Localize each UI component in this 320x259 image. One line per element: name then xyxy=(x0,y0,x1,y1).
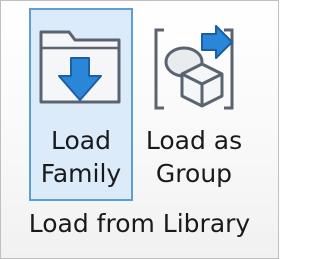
panel-title: Load from Library xyxy=(28,209,251,238)
load-as-group-button[interactable]: Load as Group xyxy=(138,8,250,201)
load-family-label: Load Family xyxy=(40,126,122,188)
load-as-group-label: Load as Group xyxy=(145,126,243,188)
folder-download-icon xyxy=(39,30,121,104)
group-cubes-icon xyxy=(154,25,234,110)
load-family-button[interactable]: Load Family xyxy=(29,8,133,201)
ribbon-panel: Load Family Load as Group Load from Libr… xyxy=(0,0,279,259)
